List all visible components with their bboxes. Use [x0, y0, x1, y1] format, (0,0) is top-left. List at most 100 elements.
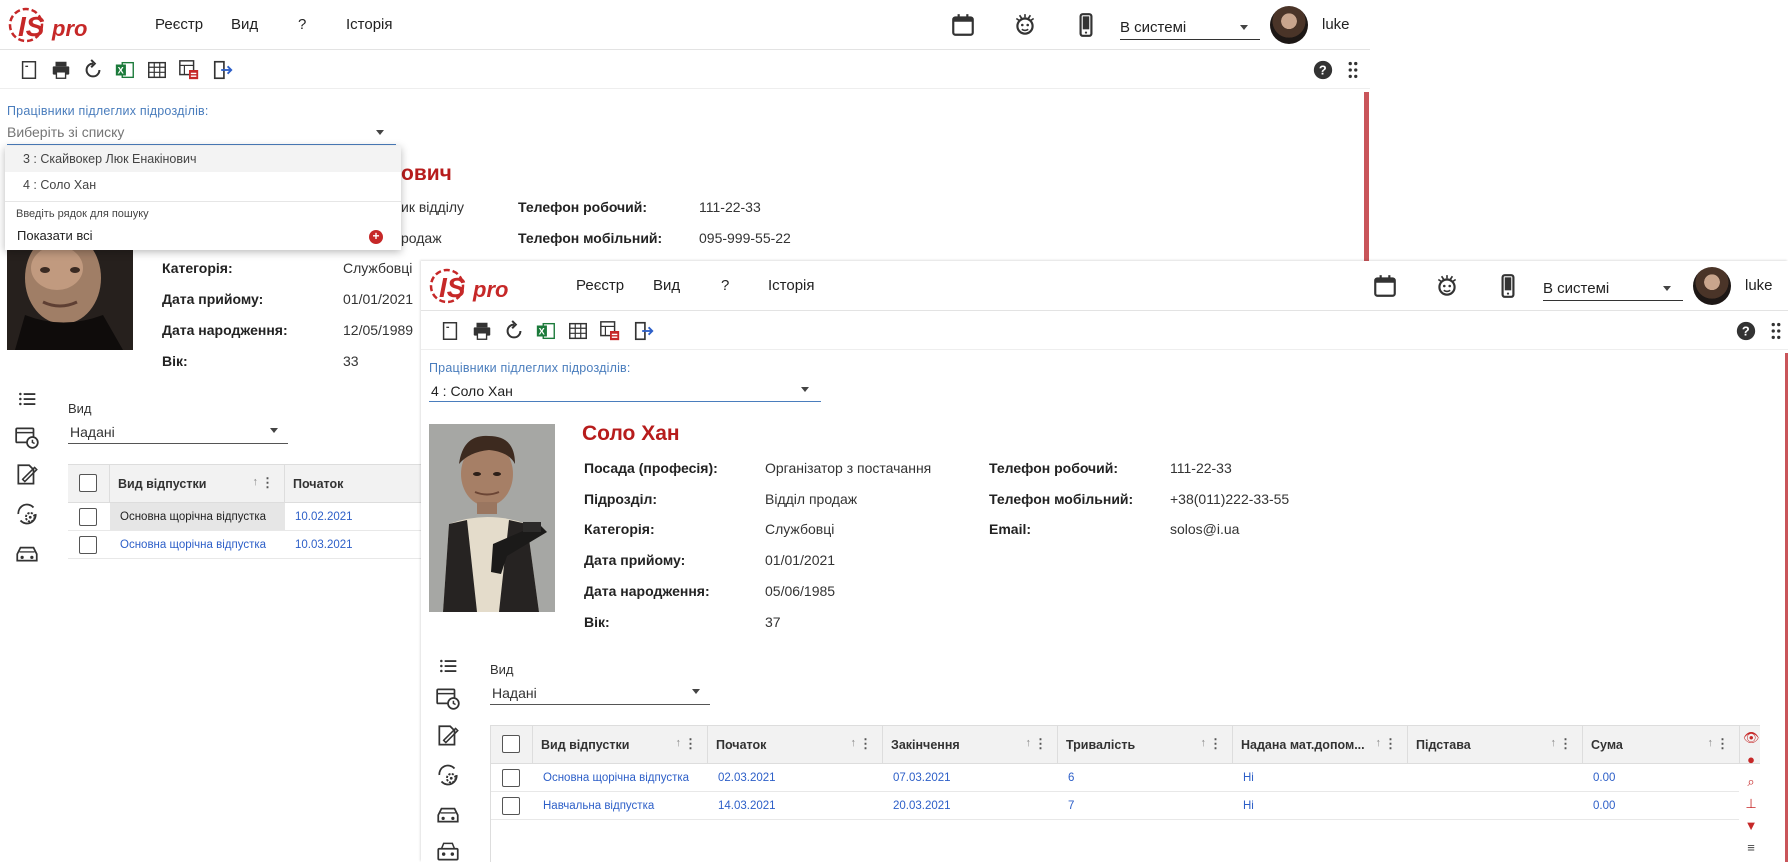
cell-start[interactable]: 02.03.2021: [718, 772, 776, 784]
user-name[interactable]: luke: [1745, 277, 1773, 294]
vehicle-icon[interactable]: [435, 801, 461, 827]
column-header[interactable]: Підстава ↑ ⋮: [1408, 726, 1583, 764]
sort-arrow-icon[interactable]: ↑: [1376, 737, 1382, 749]
pin-icon[interactable]: ⊥: [1743, 796, 1759, 812]
report-icon[interactable]: [599, 320, 621, 342]
menu-registry[interactable]: Реєстр: [576, 277, 624, 294]
face-icon[interactable]: [1434, 273, 1460, 299]
column-menu-icon[interactable]: ⋮: [261, 475, 274, 491]
ispro-logo[interactable]: [429, 265, 521, 307]
gear-cycle-icon[interactable]: [14, 501, 40, 527]
document-icon[interactable]: [18, 59, 40, 81]
column-header[interactable]: Вид відпустки ↑ ⋮: [110, 465, 285, 503]
menu-view[interactable]: Вид: [653, 277, 680, 294]
vid-select[interactable]: Надані: [490, 681, 710, 705]
help-icon[interactable]: [1312, 59, 1334, 81]
column-header[interactable]: Сума ↑ ⋮: [1583, 726, 1740, 764]
avatar[interactable]: [1270, 6, 1308, 44]
table-icon[interactable]: [146, 59, 168, 81]
phone-icon[interactable]: [1073, 12, 1099, 38]
cell-duration[interactable]: 7: [1068, 800, 1074, 812]
plus-icon[interactable]: +: [369, 230, 383, 244]
row-checkbox[interactable]: [502, 797, 520, 815]
refresh-icon[interactable]: [82, 59, 104, 81]
document-edit-icon[interactable]: [14, 462, 40, 488]
drag-handle-icon[interactable]: [1342, 59, 1364, 81]
vehicle-icon[interactable]: [14, 540, 40, 565]
status-select[interactable]: В системі: [1543, 275, 1683, 301]
cell-start[interactable]: 10.02.2021: [295, 511, 353, 523]
exit-icon[interactable]: [633, 320, 655, 342]
exit-icon[interactable]: [212, 59, 234, 81]
row-checkbox[interactable]: [79, 536, 97, 554]
ispro-logo[interactable]: [8, 4, 100, 46]
column-header[interactable]: Закінчення ↑ ⋮: [883, 726, 1058, 764]
cell-sum[interactable]: 0.00: [1593, 772, 1615, 784]
sort-lines-icon[interactable]: ≡: [1743, 840, 1759, 856]
column-menu-icon[interactable]: ⋮: [1034, 736, 1047, 752]
refresh-icon[interactable]: [503, 320, 525, 342]
sort-arrow-icon[interactable]: ↑: [1708, 737, 1714, 749]
calendar-clock-icon[interactable]: [14, 424, 40, 450]
help-icon[interactable]: [1735, 320, 1757, 342]
print-icon[interactable]: [50, 59, 72, 81]
drag-handle-icon[interactable]: [1765, 320, 1787, 342]
select-all-checkbox[interactable]: [79, 474, 97, 492]
search-icon[interactable]: ⌕: [1743, 774, 1759, 790]
user-name[interactable]: luke: [1322, 16, 1350, 33]
column-menu-icon[interactable]: ⋮: [684, 736, 697, 752]
list-icon[interactable]: [435, 656, 461, 676]
cell-leave-type[interactable]: Основна щорічна відпустка: [543, 772, 689, 784]
row-checkbox[interactable]: [502, 769, 520, 787]
print-icon[interactable]: [471, 320, 493, 342]
cell-end[interactable]: 07.03.2021: [893, 772, 951, 784]
face-icon[interactable]: [1012, 12, 1038, 38]
menu-view[interactable]: Вид: [231, 16, 258, 33]
cell-duration[interactable]: 6: [1068, 772, 1074, 784]
employees-combo[interactable]: 4 : Соло Хан: [429, 378, 821, 402]
table-row[interactable]: Основна щорічна відпустка 02.03.2021 07.…: [491, 764, 1739, 792]
menu-history[interactable]: Історія: [346, 16, 393, 33]
sort-arrow-icon[interactable]: ↑: [676, 737, 682, 749]
column-menu-icon[interactable]: ⋮: [1384, 736, 1397, 752]
calendar-icon[interactable]: [1372, 273, 1398, 299]
menu-help[interactable]: ?: [721, 277, 729, 294]
table-row[interactable]: Основна щорічна відпустка 10.03.2021: [68, 531, 438, 559]
filter-icon[interactable]: ▼: [1743, 818, 1759, 834]
column-header[interactable]: Початок ↑ ⋮: [708, 726, 883, 764]
employees-combo[interactable]: [7, 121, 396, 145]
column-header[interactable]: Надана мат.допом... ↑ ⋮: [1233, 726, 1408, 764]
vehicle-service-icon[interactable]: [435, 839, 461, 862]
palette-icon[interactable]: ●: [1743, 752, 1759, 768]
table-row[interactable]: Основна щорічна відпустка 10.02.2021: [68, 503, 438, 531]
row-checkbox[interactable]: [79, 508, 97, 526]
cell-sum[interactable]: 0.00: [1593, 800, 1615, 812]
cell-leave-type[interactable]: Основна щорічна відпустка: [120, 511, 266, 523]
sort-arrow-icon[interactable]: ↑: [851, 737, 857, 749]
select-all-checkbox[interactable]: [502, 735, 520, 753]
sort-arrow-icon[interactable]: ↑: [1026, 737, 1032, 749]
dropdown-option[interactable]: 3 : Скайвокер Люк Енакінович: [5, 146, 401, 172]
cell-end[interactable]: 20.03.2021: [893, 800, 951, 812]
column-header[interactable]: Початок: [285, 465, 438, 503]
calendar-icon[interactable]: [950, 12, 976, 38]
sort-arrow-icon[interactable]: ↑: [1551, 737, 1557, 749]
eye-icon[interactable]: 👁: [1743, 730, 1760, 746]
menu-registry[interactable]: Реєстр: [155, 16, 203, 33]
cell-start[interactable]: 10.03.2021: [295, 539, 353, 551]
report-icon[interactable]: [178, 59, 200, 81]
employees-input[interactable]: [7, 121, 367, 143]
gear-cycle-icon[interactable]: [435, 762, 461, 788]
vid-select[interactable]: Надані: [68, 420, 288, 444]
sort-arrow-icon[interactable]: ↑: [253, 476, 259, 488]
menu-history[interactable]: Історія: [768, 277, 815, 294]
column-header[interactable]: Вид відпустки ↑ ⋮: [533, 726, 708, 764]
list-icon[interactable]: [14, 389, 40, 409]
column-menu-icon[interactable]: ⋮: [1559, 736, 1572, 752]
phone-icon[interactable]: [1495, 273, 1521, 299]
column-header[interactable]: Тривалість ↑ ⋮: [1058, 726, 1233, 764]
table-row[interactable]: Навчальна відпустка 14.03.2021 20.03.202…: [491, 792, 1739, 820]
cell-aid[interactable]: Ні: [1243, 772, 1254, 784]
document-edit-icon[interactable]: [435, 723, 461, 749]
status-select[interactable]: В системі: [1120, 14, 1260, 40]
